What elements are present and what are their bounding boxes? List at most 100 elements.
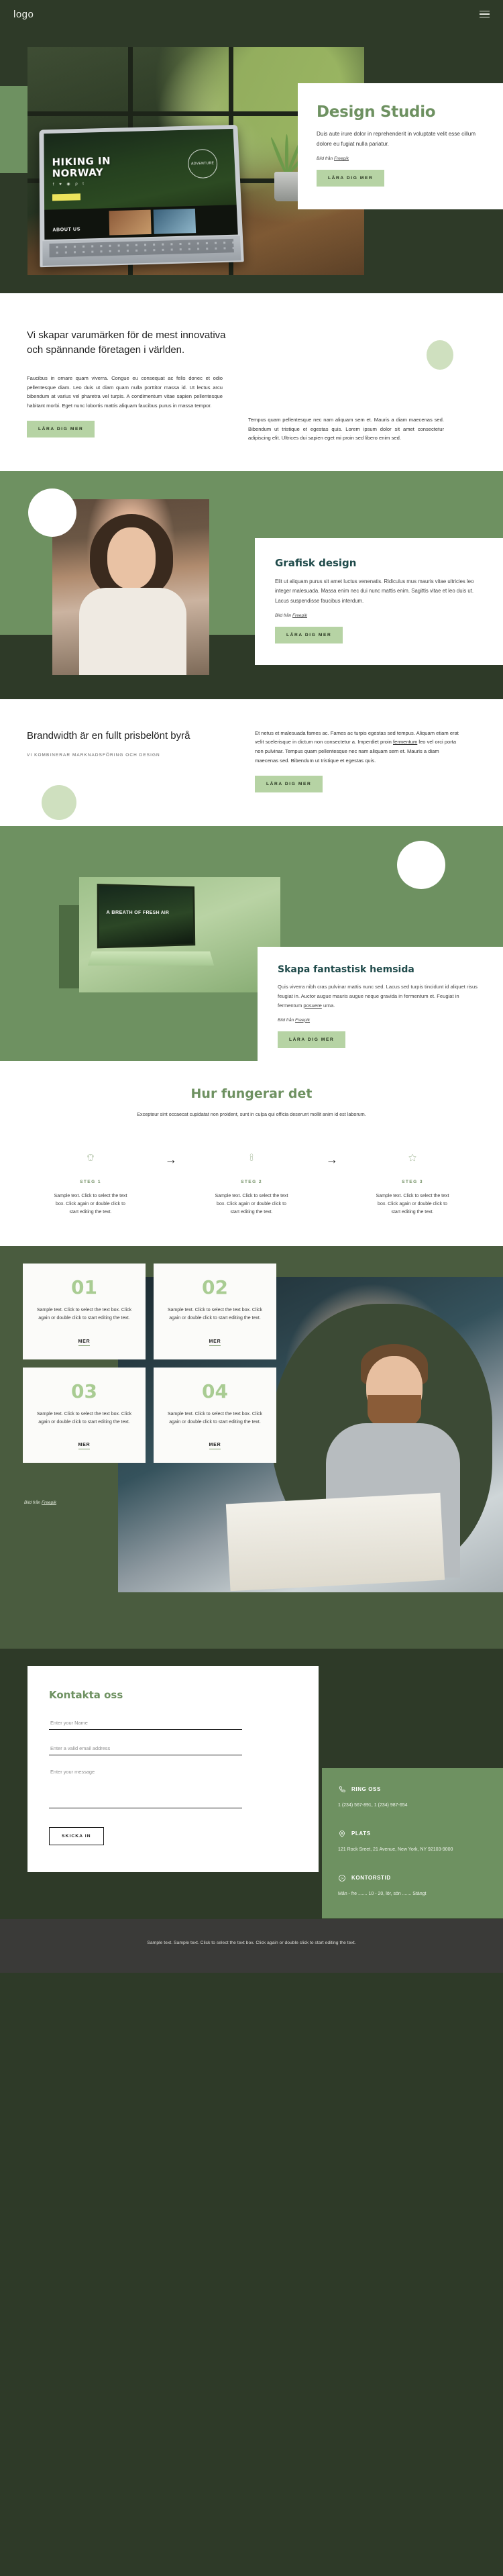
brandwidth-section: Brandwidth är en fullt prisbelönt byrå V… <box>0 699 503 827</box>
screen-about-label: ABOUT US <box>52 227 81 233</box>
site-header: logo <box>0 0 503 28</box>
card-more-link[interactable]: MER <box>209 1443 221 1450</box>
green-laptop-base <box>87 951 215 966</box>
freepik-link[interactable]: Freepik <box>292 613 307 618</box>
name-input[interactable] <box>49 1717 242 1730</box>
posuere-link[interactable]: posuere <box>303 1002 321 1009</box>
hero-title: Design Studio <box>317 103 436 121</box>
step-item: STEG 2 Sample text. Click to select the … <box>201 1142 302 1217</box>
graphic-design-title: Grafisk design <box>275 556 357 569</box>
contact-info-title: PLATS <box>351 1831 371 1837</box>
stamp-icon <box>201 1142 302 1173</box>
cards-grid: 01 Sample text. Click to select the text… <box>23 1263 276 1463</box>
logo[interactable]: logo <box>13 9 34 20</box>
step-text: Sample text. Click to select the text bo… <box>54 1193 127 1215</box>
screen-thumbnail-1 <box>109 209 152 236</box>
website-body: Quis viverra nibh cras pulvinar mattis n… <box>278 984 478 1009</box>
decorative-circle <box>42 784 76 820</box>
map-pin-icon <box>338 1830 346 1838</box>
card-number: 01 <box>71 1276 97 1298</box>
message-textarea[interactable] <box>49 1766 242 1808</box>
card-number: 02 <box>202 1276 228 1298</box>
number-card[interactable]: 04 Sample text. Click to select the text… <box>154 1367 276 1463</box>
step-label: STEG 1 <box>80 1179 101 1184</box>
graphic-design-body: Elit ut aliquam purus sit amet luctus ve… <box>275 578 474 604</box>
brandwidth-body: Et netus et malesuada fames ac. Fames ac… <box>255 729 459 764</box>
fermentum-link[interactable]: fermentum <box>393 739 417 745</box>
screen-yellow-button <box>52 193 81 201</box>
contact-info-value: 121 Rock Sreet, 21 Avenue, New York, NY … <box>338 1847 453 1852</box>
star-icon <box>361 1142 463 1173</box>
website-image-credit: Bild från Freepik <box>278 1017 311 1023</box>
intro-cta-button[interactable]: LÄRA DIG MER <box>27 421 95 438</box>
arrow-icon: → <box>165 1152 177 1166</box>
freepik-link[interactable]: Freepik <box>334 156 349 161</box>
hero-image-credit: Bild från Freepik <box>317 156 349 161</box>
graphic-design-section: Grafisk design Elit ut aliquam purus sit… <box>0 470 503 699</box>
hero-cta-button[interactable]: LÄRA DIG MER <box>317 170 385 187</box>
step-label: STEG 3 <box>402 1179 423 1184</box>
arrow-icon: → <box>326 1152 338 1166</box>
laptop-mockup: HIKING IN NORWAY f ♥ ◉ ρ t ADVENTURE ABO… <box>39 124 244 268</box>
freepik-link[interactable]: Freepik <box>295 1018 310 1023</box>
hero-card: Design Studio Duis aute irure dolor in r… <box>298 83 503 209</box>
intro-heading: Vi skapar varumärken för de mest innovat… <box>27 329 226 356</box>
hero-body: Duis aute irure dolor in reprehenderit i… <box>317 131 476 147</box>
mobile-phone-icon <box>40 1142 142 1173</box>
card-more-link[interactable]: MER <box>78 1443 91 1450</box>
cards-image-credit: Bild från Freepik <box>24 1500 57 1506</box>
freepik-link[interactable]: Freepik <box>42 1500 56 1505</box>
email-field-wrapper <box>49 1741 297 1755</box>
svg-text:24: 24 <box>341 1876 344 1879</box>
decorative-white-circle <box>397 841 445 890</box>
step-item: STEG 1 Sample text. Click to select the … <box>40 1142 142 1217</box>
name-field-wrapper <box>49 1716 297 1730</box>
decorative-white-circle <box>28 488 76 537</box>
card-number: 04 <box>202 1380 228 1402</box>
contact-title: Kontakta oss <box>49 1688 123 1701</box>
website-title: Skapa fantastisk hemsida <box>278 964 414 976</box>
footer-text: Sample text. Sample text. Click to selec… <box>147 1940 356 1945</box>
number-card[interactable]: 03 Sample text. Click to select the text… <box>23 1367 146 1463</box>
screen-bottom-strip: ABOUT US <box>44 205 238 240</box>
contact-info-item: PLATS 121 Rock Sreet, 21 Avenue, New Yor… <box>338 1830 487 1854</box>
contact-info-title: RING OSS <box>351 1786 381 1793</box>
hero-section: HIKING IN NORWAY f ♥ ◉ ρ t ADVENTURE ABO… <box>0 28 503 293</box>
website-card: Skapa fantastisk hemsida Quis viverra ni… <box>258 947 503 1068</box>
card-more-link[interactable]: MER <box>209 1339 221 1346</box>
graphic-image-credit: Bild från Freepik <box>275 613 308 618</box>
number-card[interactable]: 01 Sample text. Click to select the text… <box>23 1263 146 1359</box>
green-laptop-screen: A BREATH OF FRESH AIR <box>97 884 196 949</box>
step-item: STEG 3 Sample text. Click to select the … <box>361 1142 463 1217</box>
card-text: Sample text. Click to select the text bo… <box>36 1411 132 1425</box>
card-text: Sample text. Click to select the text bo… <box>167 1307 263 1321</box>
intro-section: Vi skapar varumärken för de mest innovat… <box>0 293 503 471</box>
how-it-works-section: Hur fungerar det Excepteur sint occaecat… <box>0 1061 503 1246</box>
website-cta-button[interactable]: LÄRA DIG MER <box>278 1031 346 1048</box>
numbered-cards-section: 01 Sample text. Click to select the text… <box>0 1245 503 1649</box>
contact-info-title: KONTORSTID <box>351 1875 391 1882</box>
laptop-keyboard <box>42 236 241 266</box>
graphic-cta-button[interactable]: LÄRA DIG MER <box>275 627 343 643</box>
submit-button[interactable]: SKICKA IN <box>49 1826 104 1845</box>
email-input[interactable] <box>49 1743 242 1755</box>
how-it-works-lead: Excepteur sint occaecat cupidatat non pr… <box>137 1111 366 1118</box>
message-field-wrapper <box>49 1766 297 1812</box>
graphic-design-card: Grafisk design Elit ut aliquam purus sit… <box>255 537 503 665</box>
step-label: STEG 2 <box>241 1179 262 1184</box>
intro-right-body: Tempus quam pellentesque nec nam aliquam… <box>248 417 444 442</box>
number-card[interactable]: 02 Sample text. Click to select the text… <box>154 1263 276 1359</box>
contact-info-item: 24 KONTORSTID Mån - fre ....... 10 - 20,… <box>338 1874 487 1898</box>
contact-info-item: RING OSS 1 (234) 567-891, 1 (234) 987-65… <box>338 1786 487 1810</box>
contact-info-value: 1 (234) 567-891, 1 (234) 987-654 <box>338 1802 408 1808</box>
website-photo: A BREATH OF FRESH AIR <box>79 877 280 993</box>
card-more-link[interactable]: MER <box>78 1339 91 1346</box>
contact-section: Kontakta oss SKICKA IN RI <box>0 1648 503 1919</box>
brandwidth-cta-button[interactable]: LÄRA DIG MER <box>255 776 323 793</box>
step-text: Sample text. Click to select the text bo… <box>376 1193 449 1215</box>
contact-form-card: Kontakta oss SKICKA IN <box>27 1665 319 1872</box>
intro-left-body: Faucibus in ornare quam viverra. Congue … <box>27 375 223 409</box>
hamburger-icon[interactable] <box>480 10 490 18</box>
decorative-circle <box>427 340 453 370</box>
laptop-screen: HIKING IN NORWAY f ♥ ◉ ρ t ADVENTURE ABO… <box>44 128 238 240</box>
